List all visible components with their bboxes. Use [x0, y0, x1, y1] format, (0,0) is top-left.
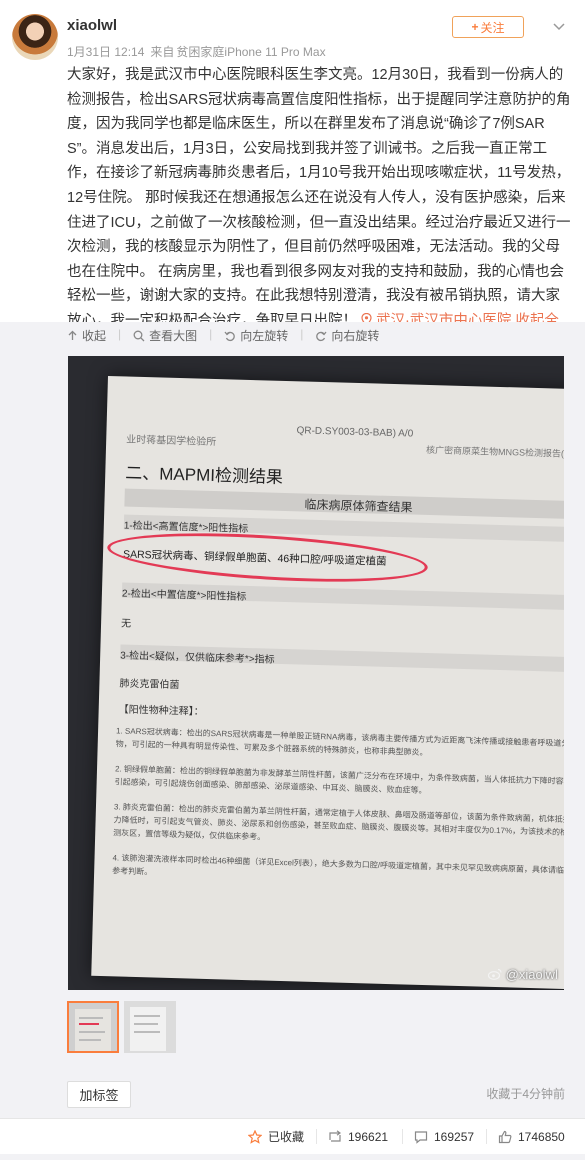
thumbnail-2[interactable] — [124, 1001, 176, 1053]
report-type: 核广密商原菜生物MNGS检测报告(MAPMI v1.1) — [425, 444, 564, 460]
rotate-left-icon — [224, 331, 236, 341]
report-table-title: 临床病原体筛查结果 — [304, 497, 413, 515]
action-divider — [316, 1129, 317, 1144]
thumbnail-image — [75, 1009, 111, 1051]
rotate-right-icon — [316, 331, 327, 341]
thumbnail-line — [134, 1031, 160, 1033]
rotate-left-button[interactable]: 向左旋转 — [224, 327, 288, 344]
report-notes-title: 【阳性物种注释】： — [118, 704, 204, 718]
repost-count: 196621 — [348, 1129, 389, 1144]
report-note-1: 1. SARS冠状病毒：检出的SARS冠状病毒是一种单股正链RNA病毒，该病毒主… — [115, 726, 564, 758]
thumbnail-line — [134, 1015, 160, 1017]
thumbnail-image — [130, 1007, 166, 1051]
view-large-label: 查看大图 — [149, 329, 198, 343]
report-row-suspected-value: 肺炎克雷伯菌 — [119, 678, 180, 692]
comment-icon — [414, 1130, 428, 1144]
report-lab-name: 业时蒋基因学检验所 — [126, 434, 217, 449]
watermark-label: @xiaolwl — [505, 967, 558, 982]
thumbnail-1[interactable] — [67, 1001, 119, 1053]
follow-label: 关注 — [480, 20, 505, 35]
report-section-title: 二、MAPMI检测结果 — [125, 463, 284, 487]
weibo-watermark: @xiaolwl — [488, 967, 558, 982]
like-button[interactable]: 1746850 — [486, 1119, 565, 1154]
thumbnail-line — [79, 1017, 103, 1019]
report-row-high: 1-检出<高置信度*>阳性指标 — [123, 520, 249, 535]
username[interactable]: xiaolwl — [67, 17, 117, 34]
comment-count: 169257 — [434, 1129, 475, 1144]
add-tag-button[interactable]: 加标签 — [67, 1081, 131, 1108]
rotate-right-button[interactable]: 向右旋转 — [315, 327, 379, 344]
thumbnail-line — [79, 1031, 105, 1033]
report-photo[interactable]: 业时蒋基因学检验所 QR-D.SY003-03-BAB) A/0 核广密商原菜生… — [68, 356, 564, 990]
user-avatar[interactable] — [12, 14, 58, 60]
rotate-left-label: 向左旋转 — [240, 329, 289, 343]
like-count: 1746850 — [518, 1129, 565, 1144]
plus-icon: + — [471, 20, 479, 34]
comment-button[interactable]: 169257 — [402, 1119, 475, 1154]
report-code: QR-D.SY003-03-BAB) A/0 — [296, 425, 414, 440]
collapse-up-icon — [68, 330, 77, 340]
toolbar-divider: | — [209, 327, 213, 341]
toolbar-divider: | — [300, 327, 304, 341]
image-toolbar: 收起 | 查看大图 | 向左旋转 | 向右旋转 — [67, 327, 391, 344]
collapse-image-label: 收起 — [82, 329, 107, 343]
post-text-block: 大家好，我是武汉市中心医院眼科医生李文亮。12月30日，我看到一份病人的检测报告… — [67, 63, 573, 358]
thumbnail-line — [79, 1039, 101, 1041]
report-row-medium: 2-检出<中置信度*>阳性指标 — [121, 588, 247, 603]
report-note-3: 3. 肺炎克雷伯菌：检出的肺炎克雷伯菌为革兰阴性杆菌，通常定植于人体皮肤、鼻咽及… — [113, 802, 564, 842]
more-options-button[interactable] — [547, 16, 571, 38]
weibo-logo-icon — [488, 968, 502, 980]
action-bar: 已收藏 196621 169257 1746850 — [0, 1118, 585, 1154]
action-divider — [402, 1129, 403, 1144]
rotate-right-label: 向右旋转 — [331, 329, 380, 343]
favorite-label: 已收藏 — [268, 1130, 305, 1144]
report-note-4: 4. 该肺泡灌洗液样本同时检出46种细菌（详见Excel列表），绝大多数为口腔/… — [112, 853, 564, 877]
post-date[interactable]: 1月31日 12:14 — [67, 45, 144, 59]
thumbnail-line — [134, 1023, 158, 1025]
view-large-button[interactable]: 查看大图 — [133, 327, 197, 344]
report-document: 业时蒋基因学检验所 QR-D.SY003-03-BAB) A/0 核广密商原菜生… — [91, 376, 564, 990]
search-icon — [133, 330, 145, 341]
source-device: 贫困家庭iPhone 11 Pro Max — [176, 45, 326, 59]
source-prefix: 来自 — [150, 45, 175, 59]
star-icon — [248, 1129, 262, 1144]
report-note-2: 2. 铜绿假单胞菌：检出的铜绿假单胞菌为非发酵革兰阴性杆菌，该菌广泛分布在环境中… — [114, 764, 564, 796]
favorited-time: 收藏于4分钟前 — [486, 1087, 565, 1101]
toolbar-divider: | — [118, 327, 122, 341]
thumbs-up-icon — [498, 1130, 512, 1143]
post-meta: 1月31日 12:14 来自 贫困家庭iPhone 11 Pro Max — [67, 43, 332, 60]
chevron-down-icon — [553, 23, 565, 31]
thumbnail-line — [79, 1023, 99, 1025]
collapse-image-button[interactable]: 收起 — [67, 327, 106, 344]
report-row-suspected: 3-检出<疑似，仅供临床参考*>指标 — [120, 650, 275, 666]
action-divider — [486, 1129, 487, 1144]
repost-button[interactable]: 196621 — [316, 1119, 389, 1154]
report-row-medium-value: 无 — [120, 618, 132, 630]
post-body: 大家好，我是武汉市中心医院眼科医生李文亮。12月30日，我看到一份病人的检测报告… — [67, 67, 571, 329]
repost-icon — [329, 1129, 342, 1142]
favorite-button[interactable]: 已收藏 — [248, 1119, 304, 1154]
follow-button[interactable]: + 关注 — [452, 16, 524, 38]
